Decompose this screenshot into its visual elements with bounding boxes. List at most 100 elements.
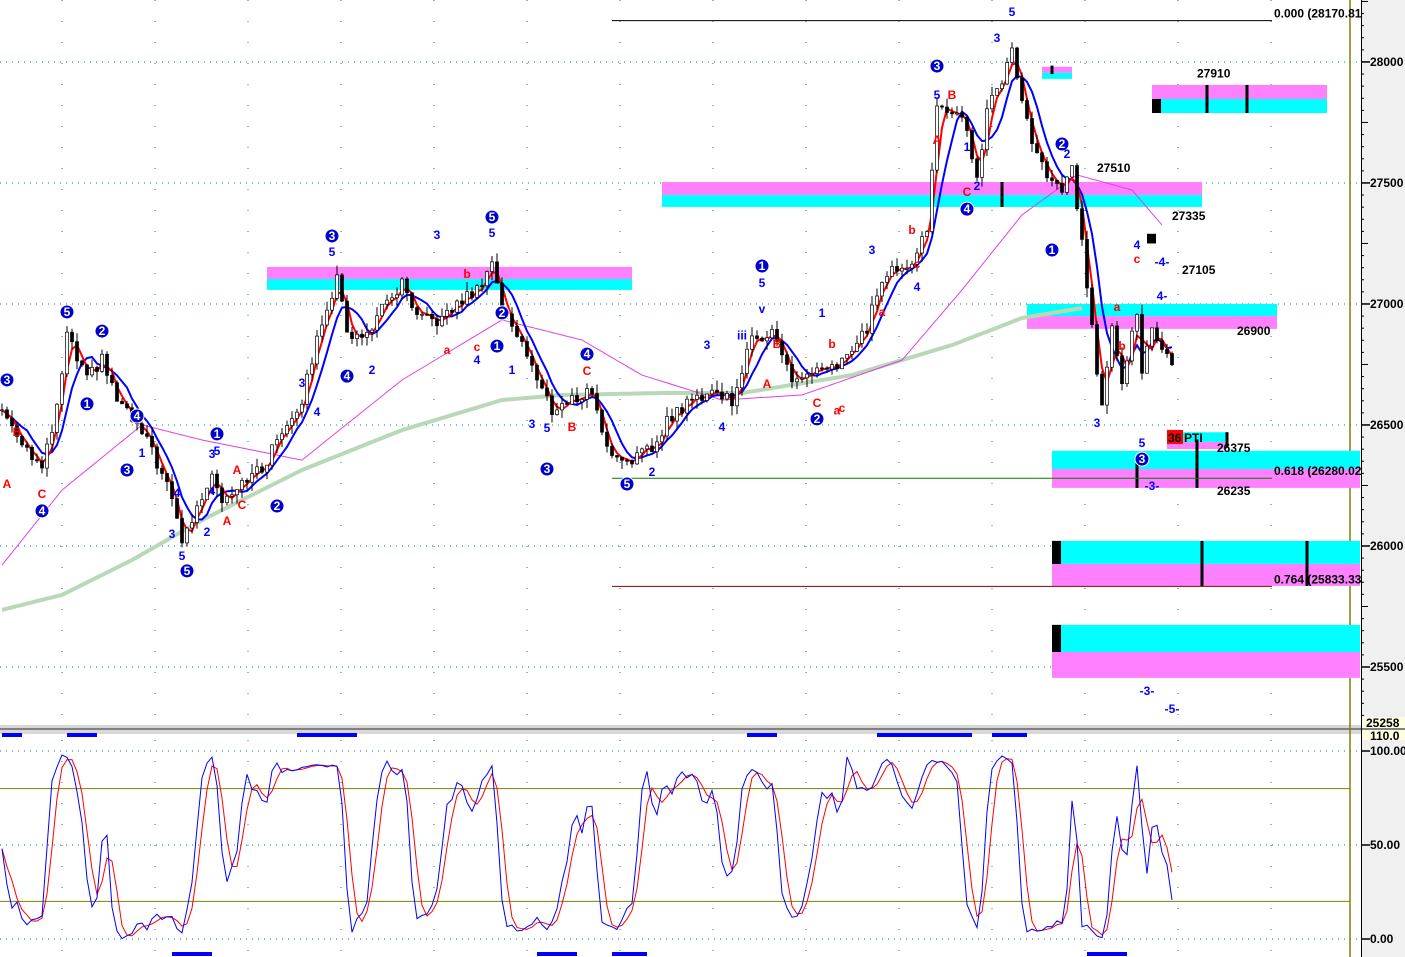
signal-mark-top — [67, 733, 97, 737]
wave-label: b — [828, 337, 835, 351]
candle-body — [970, 130, 974, 160]
candle-body — [40, 460, 44, 469]
wave-label: C — [583, 364, 592, 378]
wave-label: 5 — [489, 210, 496, 224]
candle-body — [380, 303, 384, 317]
cyan-zone — [1052, 624, 1360, 652]
wave-label: C — [238, 498, 247, 512]
wave-label: 2 — [499, 306, 506, 320]
zone-block — [1052, 540, 1061, 564]
candle-body — [200, 499, 204, 507]
candle-body — [230, 494, 234, 497]
candle-body — [960, 112, 964, 118]
candle-body — [315, 335, 319, 365]
wave-label: 3 — [529, 417, 536, 431]
price-tick-label: 27500 — [1370, 176, 1404, 190]
wave-label: 4 — [474, 353, 481, 367]
candle-body — [835, 364, 839, 370]
price-level-label: 27510 — [1097, 161, 1131, 175]
wave-label: 4 — [914, 280, 921, 294]
candle-body — [1100, 373, 1104, 406]
wave-label: B — [13, 425, 22, 439]
candle-body — [235, 489, 239, 496]
candle-body — [615, 455, 619, 458]
wave-label: B — [568, 420, 577, 434]
wave-label: -4- — [1155, 255, 1170, 269]
candle-body — [525, 341, 529, 357]
signal-mark-top — [992, 733, 1027, 737]
wave-label: 5 — [1009, 5, 1016, 19]
candle-body — [610, 445, 614, 456]
wave-label: 3 — [544, 462, 551, 476]
wave-label: 1 — [819, 306, 826, 320]
price-level-label: 26900 — [1237, 324, 1271, 338]
candle-body — [930, 169, 934, 232]
candle-body — [60, 373, 64, 405]
candle-body — [280, 433, 284, 440]
candle-body — [105, 353, 109, 376]
candle-body — [30, 446, 34, 461]
candle-body — [375, 315, 379, 331]
candle-body — [45, 443, 49, 469]
wave-label: 3 — [169, 527, 176, 541]
wave-label: v — [759, 302, 766, 316]
cyan-zone — [1052, 540, 1360, 564]
stoch-top-label: 110.0 — [1370, 729, 1400, 743]
candle-body — [275, 439, 279, 446]
wave-label: 3 — [299, 376, 306, 390]
candle-body — [460, 300, 464, 305]
candle-body — [920, 236, 924, 254]
candle-body — [975, 158, 979, 178]
wave-labels: 3521434512345213451234213ACBAACba cBCABCa… — [0, 5, 1271, 716]
candle-body — [120, 400, 124, 405]
candlesticks — [0, 42, 1174, 548]
candle-body — [565, 403, 569, 405]
candle-body — [1085, 239, 1089, 289]
candle-body — [1020, 77, 1024, 101]
long-moving-average — [1, 306, 1083, 612]
wave-label: 3 — [434, 228, 441, 242]
wave-label: 2 — [1064, 147, 1071, 161]
candle-body — [675, 407, 679, 422]
candle-body — [890, 266, 894, 277]
wave-label: 4 — [584, 347, 591, 361]
candle-body — [470, 291, 474, 298]
candle-body — [310, 363, 314, 375]
candle-body — [100, 353, 104, 372]
wave-label: 3 — [4, 373, 11, 387]
candle-body — [175, 498, 179, 519]
candle-body — [1000, 83, 1004, 90]
price-level-label: 26235 — [1217, 484, 1251, 498]
candle-body — [1135, 314, 1139, 332]
wave-label: C — [963, 185, 972, 199]
candle-body — [450, 309, 454, 313]
fib-label: 0.000 (28170.81 — [1274, 7, 1362, 21]
candle-body — [435, 318, 439, 327]
candle-body — [905, 267, 909, 270]
cyan-zone — [1042, 72, 1072, 79]
signal-mark-bottom — [1087, 952, 1127, 956]
candle-body — [5, 409, 9, 419]
candle-body — [815, 367, 819, 374]
candle-body — [220, 487, 224, 504]
wave-label: 2 — [369, 363, 376, 377]
candle-body — [185, 527, 189, 544]
candle-body — [260, 466, 264, 473]
bottom-price-label: 25258 — [1366, 716, 1400, 730]
tag-number: 36 — [1168, 431, 1182, 445]
wave-label: 5 — [544, 421, 551, 435]
wave-label: -3- — [1145, 479, 1160, 493]
candle-body — [160, 467, 164, 474]
candle-body — [65, 331, 69, 375]
price-tick-label: 25500 — [1370, 660, 1404, 674]
candle-body — [840, 357, 844, 370]
signal-mark-bottom — [172, 952, 212, 956]
candle-body — [165, 473, 169, 483]
candle-body — [705, 393, 709, 401]
candle-body — [145, 433, 149, 437]
wave-label: 3 — [1094, 416, 1101, 430]
candle-body — [495, 261, 499, 284]
candle-body — [1015, 47, 1019, 79]
stoch-tick-label: 100.00 — [1370, 744, 1405, 758]
pink-zone — [1152, 84, 1327, 99]
